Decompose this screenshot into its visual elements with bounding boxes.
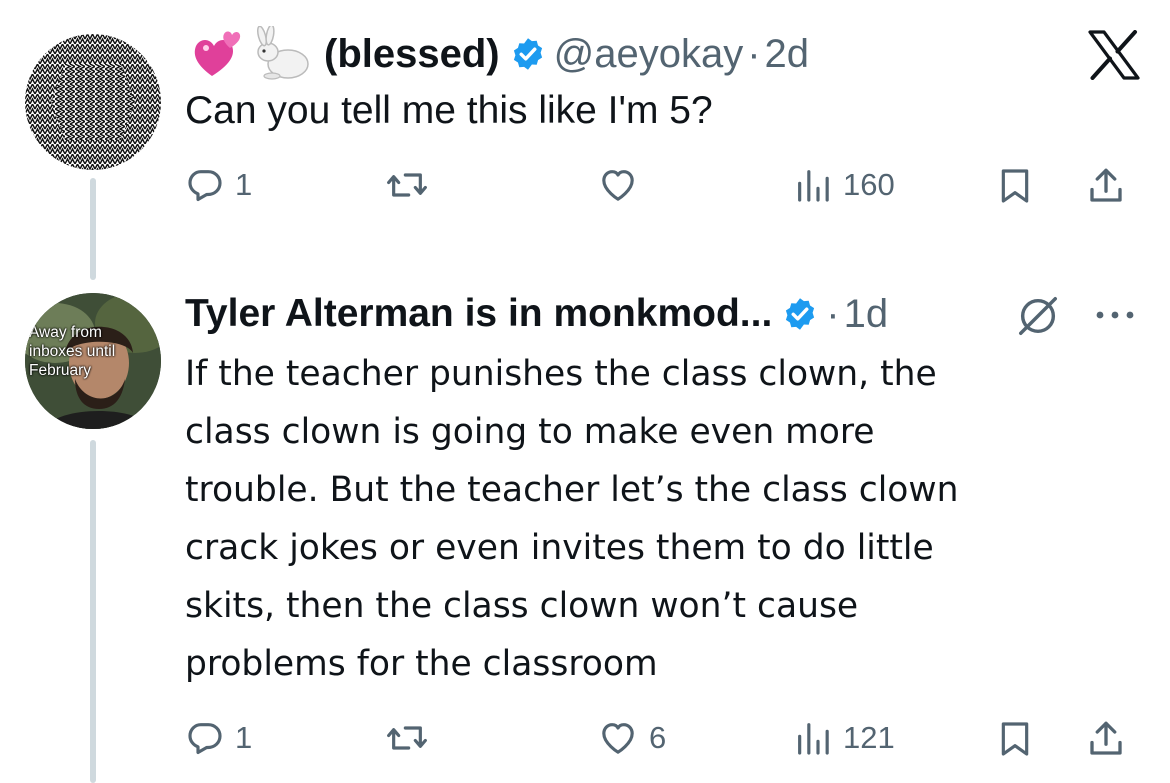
avatar[interactable]	[25, 34, 161, 170]
reply-count: 1	[235, 720, 253, 755]
overlay-line: Away from	[29, 324, 102, 341]
bookmark-icon	[1001, 169, 1029, 203]
tweet-text: If the teacher punishes the class clown,…	[185, 345, 958, 693]
tweet-actions: 1 6 121	[185, 718, 1145, 768]
repost-icon	[387, 726, 427, 750]
views-chart-icon	[798, 723, 829, 755]
views-button[interactable]: 160	[793, 165, 895, 205]
views-chart-icon	[798, 170, 829, 202]
grok-icon[interactable]	[1015, 293, 1061, 339]
like-count: 6	[649, 720, 667, 755]
views-button[interactable]: 121	[793, 718, 895, 758]
heart-icon	[602, 170, 634, 201]
bookmark-button[interactable]	[995, 718, 1035, 760]
separator-dot: ·	[747, 31, 761, 76]
thread-connector-bottom	[90, 440, 96, 783]
verified-badge-icon	[782, 296, 818, 332]
tweet-header: (blessed) @aeyokay · 2d	[190, 24, 809, 84]
overlay-line: inboxes until	[29, 343, 116, 360]
view-count: 121	[843, 720, 895, 755]
share-icon	[1090, 721, 1122, 755]
away-status-overlay: Away from inboxes until February	[29, 323, 115, 380]
repost-icon	[387, 173, 427, 197]
x-logo-icon[interactable]	[1088, 30, 1140, 80]
reply-button[interactable]: 1	[185, 165, 252, 205]
reply-count: 1	[235, 167, 253, 202]
rabbit-icon	[252, 24, 314, 82]
display-name[interactable]: (blessed)	[324, 32, 500, 77]
display-name[interactable]: Tyler Alterman is in monkmod...	[185, 292, 772, 336]
thread-connector-top	[90, 178, 96, 280]
heart-icon	[602, 723, 634, 754]
like-button[interactable]: 6	[597, 718, 666, 758]
overlay-line: February	[29, 362, 92, 379]
text-line: skits, then the class clown won’t cause	[185, 586, 859, 626]
text-line: crack jokes or even invites them to do l…	[185, 528, 934, 568]
tweet-header: Tyler Alterman is in monkmod... · 1d	[185, 284, 888, 344]
view-count: 160	[843, 167, 895, 202]
reply-button[interactable]: 1	[185, 718, 252, 758]
share-icon	[1090, 168, 1122, 202]
like-button[interactable]	[597, 165, 649, 205]
tweet-actions: 1 160	[185, 165, 1145, 215]
timestamp[interactable]: 2d	[765, 32, 810, 77]
timestamp[interactable]: 1d	[844, 292, 889, 337]
bookmark-button[interactable]	[995, 165, 1035, 207]
text-line: problems for the classroom	[185, 644, 658, 684]
avatar-pattern-icon	[25, 34, 161, 170]
repost-button[interactable]	[385, 165, 439, 205]
share-button[interactable]	[1085, 718, 1127, 760]
share-button[interactable]	[1085, 165, 1127, 207]
reply-icon	[188, 170, 222, 202]
repost-button[interactable]	[385, 718, 439, 758]
text-line: class clown is going to make even more	[185, 412, 875, 452]
sparkling-heart-icon	[190, 26, 246, 82]
user-handle[interactable]: @aeyokay	[554, 32, 744, 77]
text-line: If the teacher punishes the class clown,…	[185, 354, 937, 394]
text-line: trouble. But the teacher let’s the class…	[185, 470, 959, 510]
avatar[interactable]: Away from inboxes until February	[25, 293, 161, 429]
tweet-text: Can you tell me this like I'm 5?	[185, 89, 713, 132]
bookmark-icon	[1001, 722, 1029, 756]
reply-icon	[188, 723, 222, 755]
more-options-icon[interactable]	[1092, 305, 1138, 325]
verified-badge-icon	[510, 36, 546, 72]
separator-dot: ·	[826, 291, 840, 336]
